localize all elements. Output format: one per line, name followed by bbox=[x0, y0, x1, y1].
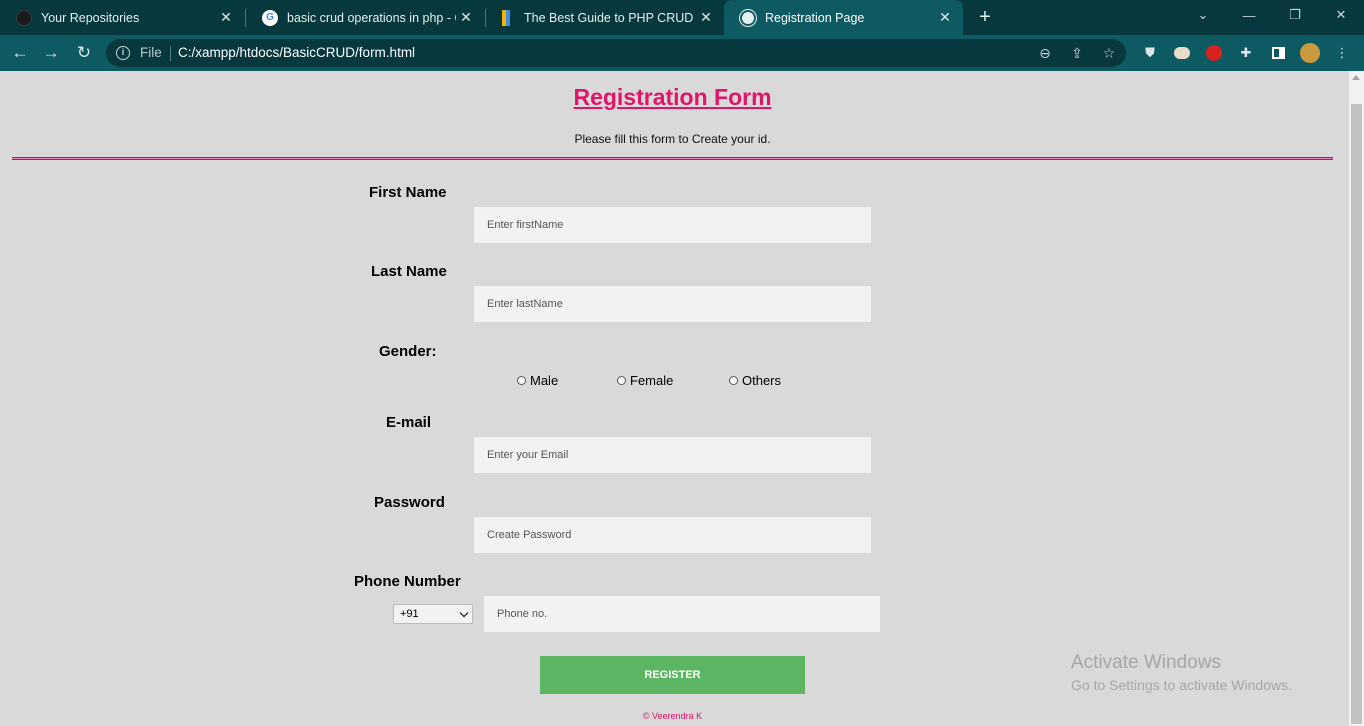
tab-php-crud-guide[interactable]: The Best Guide to PHP CRUD Op ✕ bbox=[486, 0, 724, 35]
close-tab-icon[interactable]: ✕ bbox=[216, 8, 236, 28]
footer-credit: © Veerendra K bbox=[642, 711, 703, 721]
extensions-puzzle-icon[interactable]: ✚ bbox=[1236, 43, 1256, 63]
scrollbar-thumb[interactable] bbox=[1351, 104, 1362, 724]
gender-option-female[interactable]: Female bbox=[617, 373, 673, 388]
reload-button[interactable]: ↻ bbox=[71, 40, 97, 66]
zoom-icon[interactable]: ⊖ bbox=[1036, 44, 1054, 62]
activation-watermark-title: Activate Windows bbox=[1071, 652, 1221, 673]
share-icon[interactable]: ⇪ bbox=[1068, 44, 1086, 62]
scroll-up-arrow-icon[interactable] bbox=[1352, 75, 1360, 80]
gender-option-male[interactable]: Male bbox=[517, 373, 558, 388]
email-label: E-mail bbox=[386, 414, 432, 431]
page-content: Registration Form Please fill this form … bbox=[0, 71, 1349, 726]
close-tab-icon[interactable]: ✕ bbox=[696, 8, 716, 28]
close-tab-icon[interactable]: ✕ bbox=[935, 8, 955, 28]
tab-your-repositories[interactable]: Your Repositories ✕ bbox=[0, 0, 244, 35]
radio-button[interactable] bbox=[617, 376, 626, 385]
radio-button[interactable] bbox=[517, 376, 526, 385]
bookmark-star-icon[interactable]: ☆ bbox=[1100, 44, 1118, 62]
gender-option-others[interactable]: Others bbox=[729, 373, 781, 388]
page-title: Registration Form bbox=[573, 84, 772, 110]
google-icon: G bbox=[262, 9, 278, 26]
last-name-label: Last Name bbox=[371, 263, 447, 280]
minimize-button[interactable]: — bbox=[1226, 0, 1272, 30]
radio-label: Male bbox=[530, 373, 559, 388]
gender-label: Gender: bbox=[379, 343, 437, 360]
tab-title: Registration Page bbox=[765, 10, 865, 25]
radio-label: Female bbox=[630, 373, 674, 388]
forward-button[interactable]: → bbox=[38, 40, 64, 66]
tab-title: basic crud operations in php - Go bbox=[287, 10, 456, 25]
side-panel-icon[interactable] bbox=[1268, 43, 1288, 63]
chevron-down-icon bbox=[459, 608, 469, 618]
last-name-input[interactable] bbox=[474, 286, 871, 322]
info-icon[interactable]: i bbox=[116, 46, 130, 60]
phone-number-label: Phone Number bbox=[354, 573, 461, 590]
browser-toolbar: ← → ↻ i File C:/xampp/htdocs/BasicCRUD/f… bbox=[0, 35, 1364, 71]
page-subtitle: Please fill this form to Create your id. bbox=[574, 132, 771, 146]
phone-input[interactable] bbox=[484, 596, 880, 632]
tab-search-chevron-icon[interactable]: ⌄ bbox=[1180, 0, 1226, 30]
github-icon bbox=[16, 9, 32, 26]
tab-registration-page[interactable]: Registration Page ✕ bbox=[724, 0, 963, 35]
country-code-select[interactable]: +91 bbox=[393, 604, 473, 624]
page-scrollbar[interactable] bbox=[1349, 71, 1364, 726]
globe-icon bbox=[740, 9, 756, 26]
tab-title: The Best Guide to PHP CRUD Op bbox=[524, 10, 696, 25]
password-label: Password bbox=[374, 494, 445, 511]
address-divider bbox=[170, 46, 171, 61]
back-button[interactable]: ← bbox=[7, 40, 33, 66]
address-bar[interactable]: i File C:/xampp/htdocs/BasicCRUD/form.ht… bbox=[106, 39, 1126, 67]
activation-watermark-text: Go to Settings to activate Windows. bbox=[1071, 677, 1292, 693]
close-tab-icon[interactable]: ✕ bbox=[456, 8, 476, 28]
radio-label: Others bbox=[742, 373, 782, 388]
header-divider bbox=[12, 157, 1333, 160]
adblock-extension-icon[interactable] bbox=[1204, 43, 1224, 63]
password-input[interactable] bbox=[474, 517, 871, 553]
url-text[interactable]: C:/xampp/htdocs/BasicCRUD/form.html bbox=[178, 45, 415, 60]
browser-tab-strip: Your Repositories ✕ G basic crud operati… bbox=[0, 0, 1364, 35]
restore-button[interactable]: ❐ bbox=[1272, 0, 1318, 30]
first-name-input[interactable] bbox=[474, 207, 871, 243]
first-name-label: First Name bbox=[369, 184, 447, 201]
profile-avatar[interactable] bbox=[1300, 43, 1320, 63]
tab-title: Your Repositories bbox=[41, 10, 140, 25]
radio-button[interactable] bbox=[729, 376, 738, 385]
shield-extension-icon[interactable]: ⛊ bbox=[1140, 43, 1160, 63]
eyes-extension-icon[interactable] bbox=[1172, 43, 1192, 63]
scheme-label: File bbox=[140, 45, 162, 60]
close-window-button[interactable]: ✕ bbox=[1318, 0, 1364, 30]
new-tab-button[interactable]: + bbox=[974, 6, 996, 28]
browser-menu-icon[interactable]: ⋮ bbox=[1332, 43, 1352, 63]
tab-basic-crud-search[interactable]: G basic crud operations in php - Go ✕ bbox=[246, 0, 484, 35]
email-input[interactable] bbox=[474, 437, 871, 473]
bookmark-icon bbox=[502, 9, 510, 26]
country-code-value: +91 bbox=[400, 608, 419, 620]
register-button[interactable]: REGISTER bbox=[540, 656, 805, 694]
